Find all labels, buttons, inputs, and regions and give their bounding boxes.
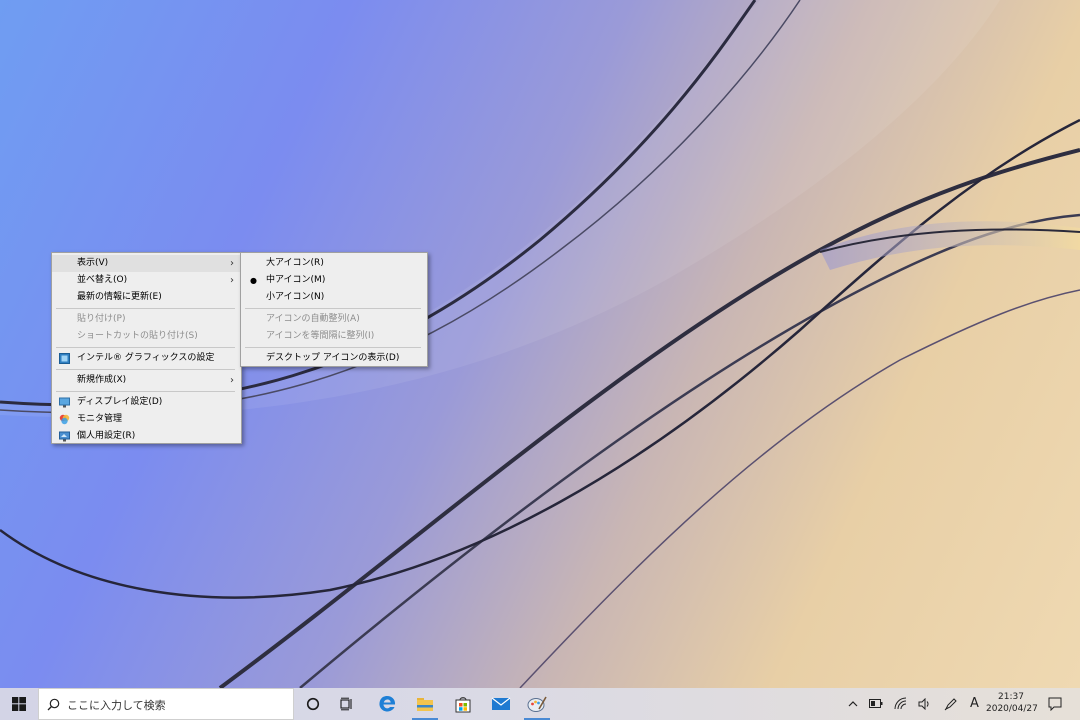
battery-button[interactable]: [866, 688, 886, 720]
windows-logo-icon: [12, 697, 26, 711]
ime-indicator-button[interactable]: A: [964, 688, 986, 720]
menu-separator: [56, 369, 235, 370]
chevron-right-icon: ›: [230, 375, 234, 386]
menu-separator: [56, 347, 235, 348]
taskbar-search-box[interactable]: ここに入力して検索: [38, 688, 294, 720]
menu-item-label: アイコンを等間隔に整列(I): [266, 331, 375, 341]
monitor-manager-icon: [59, 414, 70, 425]
menu-item-label: アイコンの自動整列(A): [266, 314, 360, 324]
menu-separator: [245, 347, 421, 348]
menu-item-label: ディスプレイ設定(D): [77, 397, 163, 407]
wifi-icon: [894, 697, 907, 710]
intel-graphics-icon: [59, 353, 70, 364]
battery-icon: [869, 699, 883, 708]
start-button[interactable]: [0, 688, 38, 720]
submenu-item-show-desktop-icons[interactable]: デスクトップ アイコンの表示(D): [241, 350, 427, 367]
display-icon: [59, 397, 70, 408]
menu-item-monitor-manager[interactable]: モニタ管理: [52, 411, 241, 428]
desktop[interactable]: 表示(V) › 並べ替え(O) › 最新の情報に更新(E) 貼り付け(P) ショ…: [0, 0, 1080, 688]
speaker-icon: [918, 698, 929, 710]
submenu-item-large-icons[interactable]: 大アイコン(R): [241, 255, 427, 272]
ime-mode-label: A: [970, 696, 979, 711]
edge-browser-button[interactable]: [368, 688, 406, 720]
chevron-right-icon: ›: [230, 275, 234, 286]
file-explorer-icon: [417, 698, 433, 711]
pen-icon: [944, 698, 957, 711]
menu-item-paste: 貼り付け(P): [52, 311, 241, 328]
volume-button[interactable]: [914, 688, 936, 720]
file-explorer-button[interactable]: [406, 688, 444, 720]
menu-separator: [56, 391, 235, 392]
paint-app-button[interactable]: [518, 688, 556, 720]
submenu-item-align-grid: アイコンを等間隔に整列(I): [241, 328, 427, 345]
menu-item-new[interactable]: 新規作成(X) ›: [52, 372, 241, 389]
action-center-button[interactable]: [1042, 688, 1068, 720]
menu-item-refresh[interactable]: 最新の情報に更新(E): [52, 289, 241, 306]
store-bag-icon: [455, 697, 471, 713]
personalize-icon: [59, 431, 70, 442]
show-hidden-icons-button[interactable]: [844, 688, 862, 720]
menu-item-label: デスクトップ アイコンの表示(D): [266, 353, 400, 363]
clock-time: 21:37: [998, 692, 1024, 702]
search-icon: [47, 698, 60, 711]
network-button[interactable]: [890, 688, 912, 720]
menu-item-label: モニタ管理: [77, 414, 123, 424]
menu-item-label: 小アイコン(N): [266, 292, 325, 302]
menu-item-label: ショートカットの貼り付け(S): [77, 331, 198, 341]
menu-item-view[interactable]: 表示(V) ›: [52, 255, 241, 272]
menu-item-display-settings[interactable]: ディスプレイ設定(D): [52, 394, 241, 411]
desktop-context-menu: 表示(V) › 並べ替え(O) › 最新の情報に更新(E) 貼り付け(P) ショ…: [51, 252, 242, 444]
paint-palette-icon: [527, 696, 547, 712]
taskbar: ここに入力して検索 A 21:37 2020/04/27: [0, 688, 1080, 720]
menu-item-personalize[interactable]: 個人用設定(R): [52, 428, 241, 445]
menu-item-label: 中アイコン(M): [266, 275, 326, 285]
menu-separator: [245, 308, 421, 309]
edge-icon: [379, 696, 396, 712]
taskbar-clock[interactable]: 21:37 2020/04/27: [986, 691, 1038, 715]
menu-item-intel-graphics[interactable]: インテル® グラフィックスの設定: [52, 350, 241, 367]
cortana-button[interactable]: [294, 688, 332, 720]
store-button[interactable]: [444, 688, 482, 720]
chevron-right-icon: ›: [230, 258, 234, 269]
selected-bullet-icon: ●: [250, 276, 257, 285]
menu-item-label: 個人用設定(R): [77, 431, 136, 441]
menu-item-label: 大アイコン(R): [266, 258, 324, 268]
pen-workspace-button[interactable]: [940, 688, 962, 720]
submenu-item-auto-arrange: アイコンの自動整列(A): [241, 311, 427, 328]
menu-item-label: 表示(V): [77, 258, 109, 268]
cortana-circle-icon: [306, 697, 320, 711]
menu-separator: [56, 308, 235, 309]
menu-item-label: 新規作成(X): [77, 375, 127, 385]
submenu-item-medium-icons[interactable]: ● 中アイコン(M): [241, 272, 427, 289]
view-submenu: 大アイコン(R) ● 中アイコン(M) 小アイコン(N) アイコンの自動整列(A…: [240, 252, 428, 367]
submenu-item-small-icons[interactable]: 小アイコン(N): [241, 289, 427, 306]
chevron-up-icon: [848, 701, 858, 707]
clock-date: 2020/04/27: [986, 704, 1038, 714]
mail-button[interactable]: [482, 688, 520, 720]
task-view-button[interactable]: [328, 688, 366, 720]
task-view-icon: [340, 697, 352, 711]
menu-item-label: 貼り付け(P): [77, 314, 126, 324]
mail-icon: [491, 697, 511, 710]
notification-icon: [1048, 697, 1062, 711]
menu-item-label: 最新の情報に更新(E): [77, 292, 162, 302]
menu-item-sort[interactable]: 並べ替え(O) ›: [52, 272, 241, 289]
menu-item-label: インテル® グラフィックスの設定: [77, 353, 215, 363]
menu-item-label: 並べ替え(O): [77, 275, 128, 285]
search-placeholder: ここに入力して検索: [67, 699, 166, 712]
menu-item-paste-shortcut: ショートカットの貼り付け(S): [52, 328, 241, 345]
